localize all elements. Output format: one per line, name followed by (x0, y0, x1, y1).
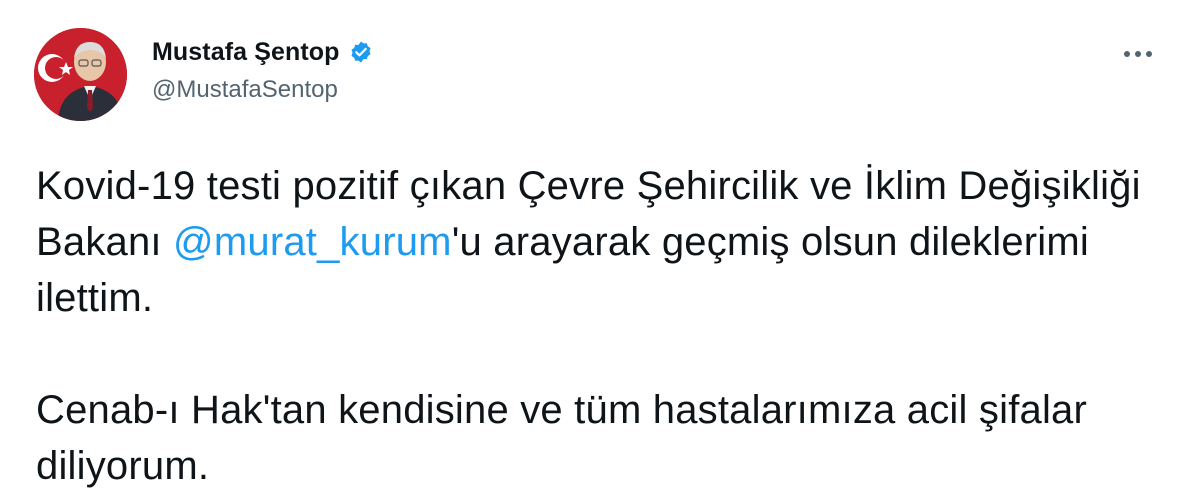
author-name-row: Mustafa Şentop (152, 36, 373, 68)
mention-link[interactable]: @murat_kurum (173, 220, 452, 264)
avatar[interactable] (34, 28, 127, 121)
tweet-text: Kovid-19 testi pozitif çıkan Çevre Şehir… (36, 158, 1166, 494)
more-horizontal-icon (1124, 51, 1152, 57)
tweet-paragraph-1: Kovid-19 testi pozitif çıkan Çevre Şehir… (36, 158, 1166, 326)
verified-badge-icon (349, 40, 373, 64)
more-options-button[interactable] (1120, 40, 1156, 68)
author-handle[interactable]: @MustafaSentop (152, 76, 338, 104)
profile-photo-icon (34, 28, 127, 121)
author-display-name[interactable]: Mustafa Şentop (152, 38, 340, 67)
tweet-paragraph-2: Cenab-ı Hak'tan kendisine ve tüm hastala… (36, 388, 1088, 488)
tweet-card: Mustafa Şentop @MustafaSentop Kovid-19 t… (0, 0, 1200, 504)
